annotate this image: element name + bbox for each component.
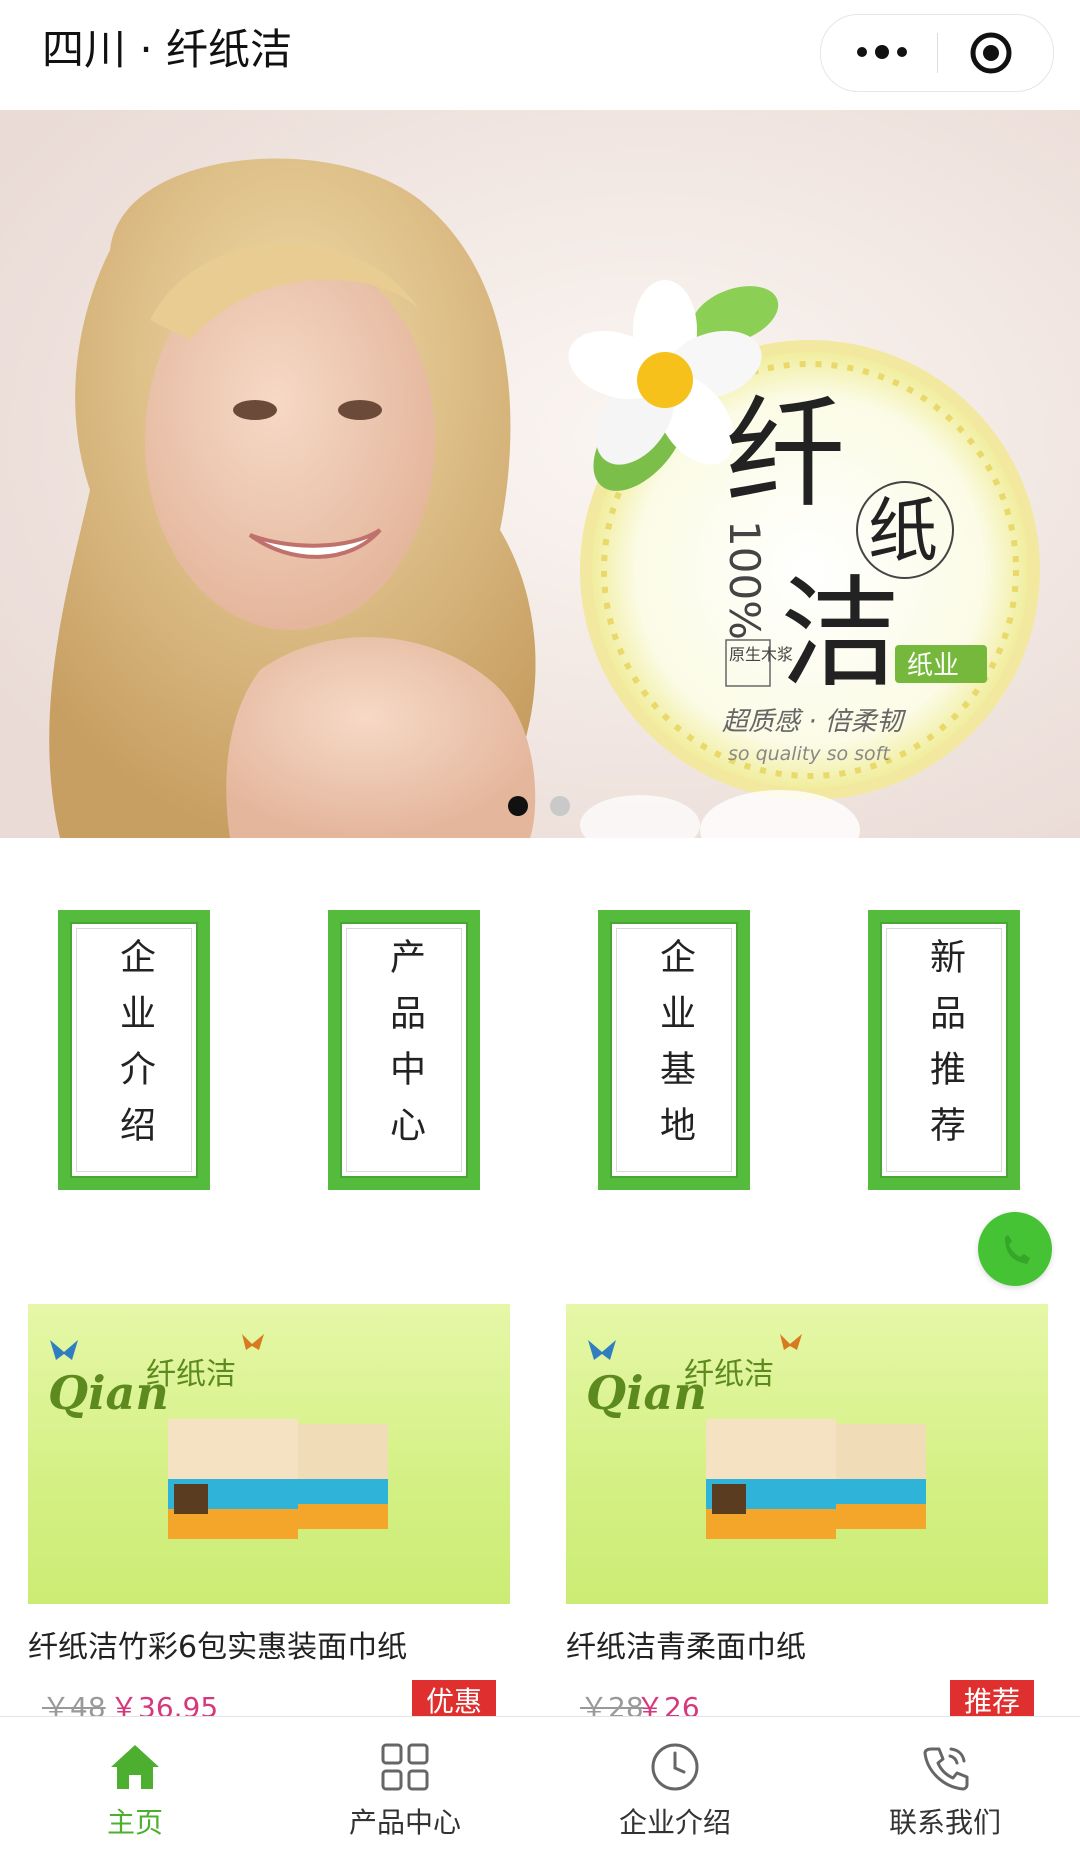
phone-icon [923,1747,969,1791]
tab-label: 产品中心 [348,1806,461,1839]
more-icon[interactable] [857,45,907,61]
nav-card-company-intro[interactable]: 企业介绍 [58,910,210,1190]
mini-program-capsule [820,14,1054,92]
nav-card-label: 产品中心 [384,938,425,1162]
tab-label: 主页 [106,1806,163,1839]
capsule-divider [937,33,938,73]
carousel-dot[interactable] [550,796,570,816]
banner-pulp-percent: 100% [720,520,769,640]
nav-card-label: 企业介绍 [114,938,155,1162]
banner-slogan-en: so quality so soft [728,743,891,765]
top-bar: 四川 · 纤纸洁 [0,0,1080,110]
tab-home[interactable]: 主页 [0,1717,270,1855]
product-image[interactable]: Qian 纤纸洁 [28,1304,510,1604]
page-title: 四川 · 纤纸洁 [42,25,293,74]
tab-label: 企业介绍 [618,1806,731,1839]
nav-card-new-products[interactable]: 新品推荐 [868,910,1020,1190]
nav-card-label: 企业基地 [654,938,695,1162]
banner-pulp-text: 原生木浆 [729,645,793,664]
product-brand-text: 纤纸洁 [146,1357,236,1392]
grid-icon [381,1743,429,1791]
banner-slogan-cn: 超质感 · 倍柔韧 [722,707,907,737]
banner-badge: 纸业 [907,651,959,681]
floating-call-button[interactable] [978,1212,1052,1286]
product-card[interactable]: Qian 纤纸洁 纤纸洁青柔面巾纸 ￥28 ￥26 推荐 [566,1304,1048,1724]
nav-card-inner: 企业基地 [616,928,732,1172]
tab-company-intro[interactable]: 企业介绍 [540,1717,810,1855]
phone-icon [1005,1235,1030,1264]
clock-icon [651,1743,699,1791]
nav-card-inner: 产品中心 [346,928,462,1172]
nav-card-company-base[interactable]: 企业基地 [598,910,750,1190]
banner-logo-char-2: 洁 [780,565,900,704]
product-card[interactable]: Qian 纤纸洁 纤纸洁竹彩6包实惠装面巾纸 ￥48 ￥36.95 优惠 [28,1304,510,1724]
product-image[interactable]: Qian 纤纸洁 [566,1304,1048,1604]
banner-image: 纤 纸 洁 100% 原生木浆 纸业 超质感 · 倍柔韧 so quality … [0,110,1080,838]
carousel-dot-active[interactable] [508,796,528,816]
banner-logo-circle-char: 纸 [868,490,938,572]
nav-card-inner: 新品推荐 [886,928,1002,1172]
tab-contact-us[interactable]: 联系我们 [810,1717,1080,1855]
close-target-icon[interactable] [969,31,1013,75]
product-brand-text: 纤纸洁 [684,1357,774,1392]
product-illustration: Qian 纤纸洁 [48,1334,388,1539]
nav-card-inner: 企业介绍 [76,928,192,1172]
product-name: 纤纸洁竹彩6包实惠装面巾纸 [28,1630,408,1665]
nav-card-label: 新品推荐 [924,938,965,1162]
banner-carousel[interactable]: 纤 纸 洁 100% 原生木浆 纸业 超质感 · 倍柔韧 so quality … [0,110,1080,838]
tab-product-center[interactable]: 产品中心 [270,1717,540,1855]
nav-card-product-center[interactable]: 产品中心 [328,910,480,1190]
product-name: 纤纸洁青柔面巾纸 [566,1630,806,1665]
banner-logo-char-1: 纤 [725,385,845,524]
home-icon [111,1745,159,1789]
product-illustration: Qian 纤纸洁 [586,1334,926,1539]
bottom-tab-bar: 主页 产品中心 企业介绍 联系我们 [0,1716,1080,1855]
tab-label: 联系我们 [888,1806,1001,1839]
